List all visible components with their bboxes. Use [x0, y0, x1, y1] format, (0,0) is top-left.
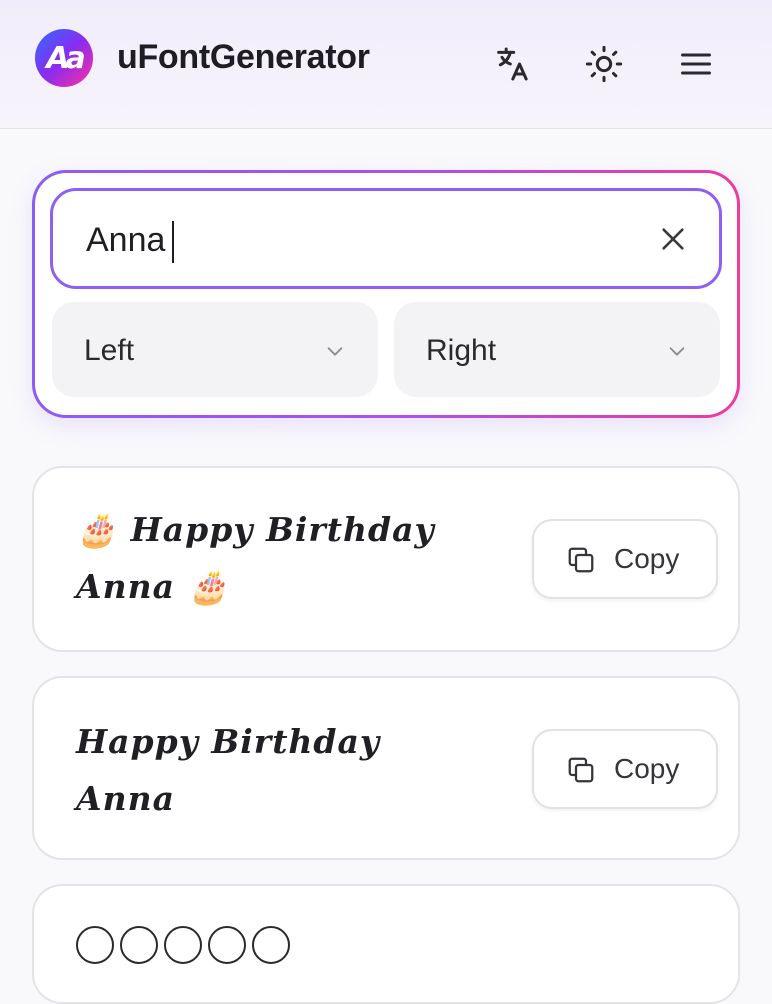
app-title[interactable]: uFontGenerator [117, 38, 370, 77]
input-panel: Anna Left Right [32, 170, 740, 418]
circled-letter [76, 926, 114, 964]
circled-letter [120, 926, 158, 964]
circled-letter [164, 926, 202, 964]
copy-button[interactable]: Copy [532, 729, 718, 809]
name-input-value[interactable]: Anna [86, 221, 165, 260]
right-decoration-select[interactable]: Right [394, 302, 720, 397]
copy-button[interactable]: Copy [532, 519, 718, 599]
result-text-line: 𝑨𝒏𝒏𝒂 🎂 [76, 567, 230, 606]
menu-button[interactable] [674, 40, 718, 88]
result-card: 𝑯𝒂𝒑𝒑𝒚 𝑩𝒊𝒓𝒕𝒉𝒅𝒂𝒚 𝑨𝒏𝒏𝒂 Copy [32, 676, 740, 860]
menu-icon [681, 53, 711, 75]
app-logo[interactable]: Aa [35, 29, 93, 87]
result-text[interactable]: 𝑯𝒂𝒑𝒑𝒚 𝑩𝒊𝒓𝒕𝒉𝒅𝒂𝒚 𝑨𝒏𝒏𝒂 [76, 713, 496, 827]
result-card: 🎂 𝑯𝒂𝒑𝒑𝒚 𝑩𝒊𝒓𝒕𝒉𝒅𝒂𝒚 𝑨𝒏𝒏𝒂 🎂 Copy [32, 466, 740, 652]
clear-button[interactable] [655, 221, 691, 257]
sun-icon [585, 45, 623, 83]
left-decoration-select[interactable]: Left [52, 302, 378, 397]
name-input[interactable]: Anna [50, 188, 722, 289]
text-caret [172, 221, 174, 263]
result-text[interactable] [76, 926, 290, 964]
chevron-down-icon [327, 347, 343, 356]
result-text-line: 𝑨𝒏𝒏𝒂 [76, 779, 175, 818]
right-select-value: Right [426, 334, 497, 367]
logo-text: Aa [46, 40, 86, 76]
result-text-line: 𝑯𝒂𝒑𝒑𝒚 𝑩𝒊𝒓𝒕𝒉𝒅𝒂𝒚 [76, 722, 381, 761]
translate-button[interactable] [490, 40, 534, 88]
copy-button-label: Copy [614, 543, 680, 574]
input-panel-inner: Anna Left Right [35, 173, 737, 415]
theme-toggle-button[interactable] [582, 40, 626, 88]
result-card [32, 884, 740, 1004]
circled-letter [208, 926, 246, 964]
copy-button-label: Copy [614, 753, 680, 784]
result-text[interactable]: 🎂 𝑯𝒂𝒑𝒑𝒚 𝑩𝒊𝒓𝒕𝒉𝒅𝒂𝒚 𝑨𝒏𝒏𝒂 🎂 [76, 501, 496, 615]
circled-letter [252, 926, 290, 964]
copy-icon [568, 757, 594, 783]
result-text-line: 🎂 𝑯𝒂𝒑𝒑𝒚 𝑩𝒊𝒓𝒕𝒉𝒅𝒂𝒚 [76, 510, 435, 549]
left-select-value: Left [84, 334, 135, 367]
close-icon [662, 228, 684, 250]
chevron-down-icon [669, 347, 685, 356]
app-header: Aa uFontGenerator [0, 0, 772, 129]
translate-icon [497, 47, 528, 81]
copy-icon [568, 547, 594, 573]
